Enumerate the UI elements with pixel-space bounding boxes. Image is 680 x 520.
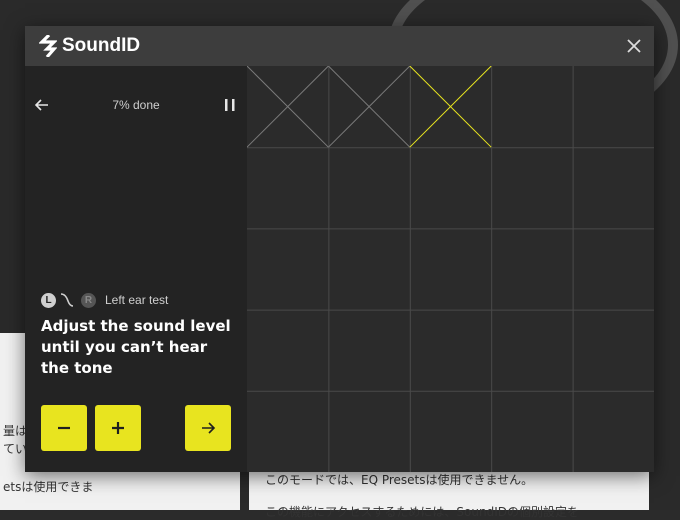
app-title: SoundID [62,35,141,56]
modal-header: SoundID [25,26,654,66]
soundid-logo-icon [39,35,57,57]
soundid-modal: SoundID 7% done L R Left ear test Adjust… [25,26,654,472]
left-ear-badge: L [41,292,56,308]
progress-label: 7% done [112,98,160,112]
next-button[interactable] [185,405,231,451]
background-text-2: てい [3,442,28,456]
hearing-grid [247,66,654,472]
test-panel: 7% done L R Left ear test Adjust the sou… [25,66,247,472]
decrease-level-button[interactable] [41,405,87,451]
arrow-right-icon [202,422,216,434]
instruction-text: Adjust the sound level until you can’t h… [41,317,231,377]
ear-switch-curve-icon [60,293,74,307]
pause-icon[interactable] [223,98,237,112]
close-icon[interactable] [624,36,644,56]
minus-icon [58,426,70,430]
background-text-4: このモードでは、EQ Presetsは使用できません。 [265,473,534,487]
ear-test-label: Left ear test [105,293,169,307]
plus-icon [112,422,124,434]
hearing-grid-svg [247,66,654,472]
increase-level-button[interactable] [95,405,141,451]
right-ear-badge: R [81,292,96,308]
background-text-3: etsは使用できま [3,480,94,494]
background-text-1: 量は [3,424,28,438]
ear-indicator: L R Left ear test [41,292,168,308]
background-text-5: この機能にアクセスするためには、SoundIDの個別設定を [265,505,579,519]
